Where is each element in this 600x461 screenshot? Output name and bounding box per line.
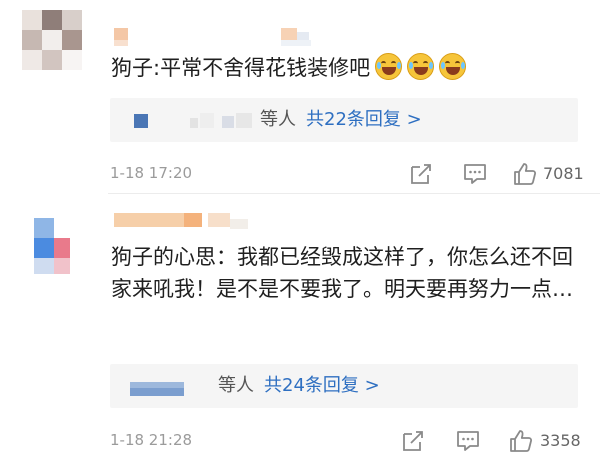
reply-summary-box[interactable]: 等人 共22条回复 > [110, 98, 578, 142]
share-icon[interactable] [400, 428, 426, 454]
comment-meta: 1-18 21:28 3358 [110, 426, 581, 456]
share-icon[interactable] [408, 161, 434, 187]
laughing-with-tears-emoji-icon [439, 53, 467, 80]
like-count: 7081 [543, 164, 584, 183]
username-blurred[interactable] [111, 28, 321, 50]
like-icon[interactable] [508, 428, 534, 454]
view-replies-link[interactable]: 共24条回复 > [264, 375, 380, 396]
like-count: 3358 [540, 431, 581, 450]
reply-summary-text: 等人 共22条回复 > [260, 107, 422, 133]
comment-text-content: 狗子的心思：我都已经毁成这样了，你怎么还不回家来吼我！是不是不要我了。明天要再努… [111, 245, 573, 301]
comment-text-content: 狗子:平常不舍得花钱装修吧 [111, 56, 371, 80]
laughing-with-tears-emoji-icon [407, 53, 435, 80]
view-replies-link[interactable]: 共22条回复 > [306, 109, 422, 130]
comment-feed: 狗子:平常不舍得花钱装修吧 等人 共22条回复 > 1-18 17:20 7081 [0, 0, 600, 461]
username-blurred[interactable] [111, 213, 261, 235]
replier-names-blurred [124, 110, 264, 130]
avatar[interactable] [22, 218, 82, 278]
comment-item: 狗子的心思：我都已经毁成这样了，你怎么还不回家来吼我！是不是不要我了。明天要再努… [0, 193, 600, 461]
comment-icon[interactable] [462, 161, 488, 187]
laughing-with-tears-emoji-icon [375, 53, 403, 80]
reply-prefix: 等人 [218, 375, 254, 396]
comment-text: 狗子的心思：我都已经毁成这样了，你怎么还不回家来吼我！是不是不要我了。明天要再努… [111, 241, 578, 305]
comment-icon[interactable] [455, 428, 481, 454]
comment-time: 1-18 17:20 [110, 164, 193, 182]
reply-summary-box[interactable]: 等人 共24条回复 > [110, 364, 578, 408]
reply-summary-text: 等人 共24条回复 > [218, 373, 380, 399]
reply-prefix: 等人 [260, 109, 296, 130]
comment-meta: 1-18 17:20 7081 [110, 159, 584, 189]
comment-text: 狗子:平常不舍得花钱装修吧 [111, 52, 578, 84]
comment-item: 狗子:平常不舍得花钱装修吧 等人 共22条回复 > 1-18 17:20 7081 [0, 0, 600, 193]
comment-time: 1-18 21:28 [110, 431, 193, 449]
like-icon[interactable] [512, 161, 538, 187]
avatar[interactable] [22, 10, 82, 70]
